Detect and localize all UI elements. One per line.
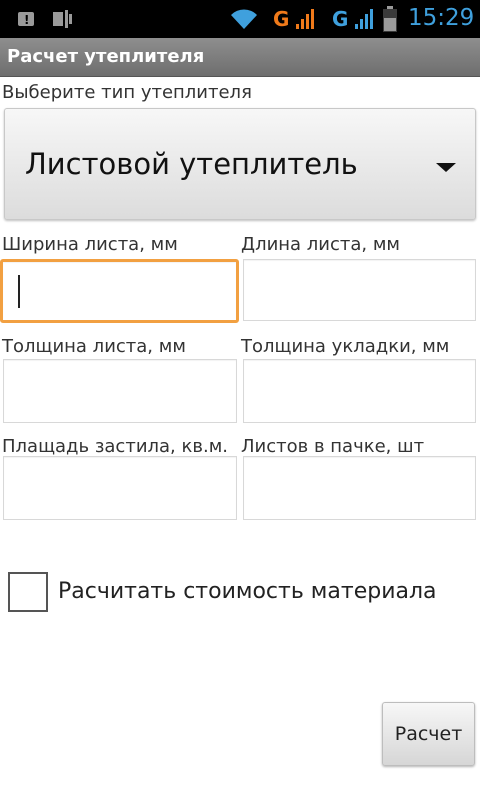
sheet-thickness-label: Толщина листа, мм — [2, 336, 186, 357]
signal-icon — [355, 9, 373, 29]
insulation-type-selected: Листовой утеплитель — [25, 147, 358, 181]
svg-text:!: ! — [24, 13, 29, 27]
calculate-button[interactable]: Расчет — [382, 702, 475, 766]
sheet-length-label: Длина листа, мм — [241, 234, 401, 255]
calculate-cost-checkbox[interactable] — [8, 572, 48, 612]
usb-debug-icon — [53, 10, 72, 28]
text-cursor — [18, 275, 20, 308]
sheets-per-pack-input[interactable] — [243, 456, 476, 520]
battery-icon — [383, 6, 397, 32]
sheets-per-pack-label: Листов в пачке, шт — [241, 436, 425, 457]
covering-area-label: Плащадь застила, кв.м. — [2, 436, 228, 457]
insulation-type-spinner[interactable]: Листовой утеплитель — [4, 108, 476, 220]
calculate-cost-label[interactable]: Расчитать стоимость материала — [58, 579, 437, 604]
status-bar: ! G G 15:29 — [0, 0, 480, 38]
laying-thickness-input[interactable] — [243, 359, 476, 423]
sheet-width-input[interactable] — [0, 259, 239, 323]
covering-area-input[interactable] — [3, 456, 237, 520]
sheet-width-label: Ширина листа, мм — [2, 234, 178, 255]
notification-alert-icon: ! — [18, 12, 34, 27]
sheet-length-input[interactable] — [243, 259, 476, 321]
wifi-icon — [231, 9, 257, 29]
insulation-type-label: Выберите тип утеплителя — [2, 82, 252, 103]
page-title: Расчет утеплителя — [7, 46, 205, 67]
sheet-thickness-input[interactable] — [3, 359, 237, 423]
dropdown-arrow-icon — [436, 163, 456, 172]
signal-icon — [296, 9, 314, 29]
network-type-label-1: G — [273, 7, 290, 31]
laying-thickness-label: Толщина укладки, мм — [241, 336, 450, 357]
title-bar: Расчет утеплителя — [0, 38, 480, 77]
status-clock: 15:29 — [408, 5, 475, 31]
network-type-label-2: G — [332, 7, 349, 31]
